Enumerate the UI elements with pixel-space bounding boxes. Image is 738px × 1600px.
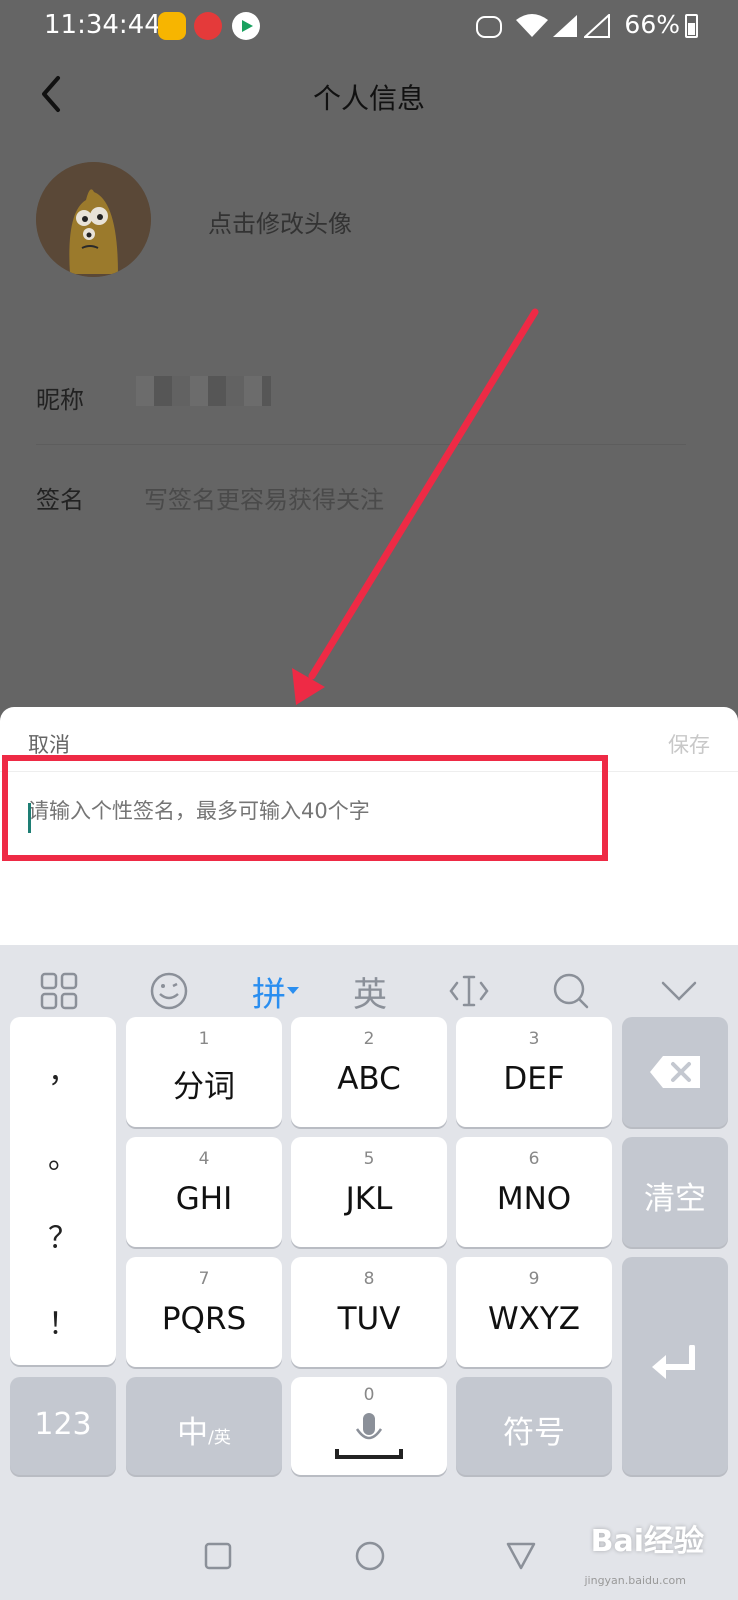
highlight-box [2,755,608,861]
collapse-keyboard-icon[interactable] [656,963,702,1019]
recents-icon[interactable] [204,1542,232,1570]
key-label: MNO [496,1181,572,1217]
key-number: 2 [363,1029,375,1049]
pinyin-label: 拼 [252,974,286,1015]
key-label: GHI [175,1181,233,1217]
grid-menu-icon[interactable] [36,963,82,1019]
chevron-down-icon [287,987,299,994]
key-1-fenci[interactable]: 1 分词 [126,1017,282,1127]
pinyin-mode-tab[interactable]: 拼 [244,963,308,1019]
english-mode-tab[interactable]: 英 [346,963,394,1019]
microphone-icon [335,1413,403,1459]
punct-period-key[interactable]: 。 [10,1133,116,1177]
numbers-key[interactable]: 123 [10,1377,116,1475]
numbers-label: 123 [34,1407,92,1442]
cursor-move-icon[interactable] [446,963,492,1019]
punct-comma-key[interactable]: ， [10,1047,116,1091]
key-label: JKL [345,1181,393,1217]
baidu-watermark-url: jingyan.baidu.com [584,1574,686,1587]
key-number: 5 [363,1149,375,1169]
key-label: 分词 [173,1069,235,1105]
key-5-jkl[interactable]: 5 JKL [291,1137,447,1247]
key-4-ghi[interactable]: 4 GHI [126,1137,282,1247]
back-nav-icon[interactable] [506,1542,536,1570]
symbols-label: 符号 [503,1415,565,1451]
key-number: 3 [528,1029,540,1049]
punctuation-column[interactable]: ， 。 ？ ！ [10,1017,116,1365]
key-number: 7 [198,1269,210,1289]
key-7-pqrs[interactable]: 7 PQRS [126,1257,282,1367]
key-label: PQRS [161,1301,247,1337]
space-voice-key[interactable]: 0 [291,1377,447,1475]
key-label: TUV [337,1301,401,1337]
backspace-icon [650,1056,700,1088]
baidu-watermark: Bai经验 [590,1524,704,1559]
key-label: DEF [503,1061,565,1097]
keyboard: 拼 英 ， 。 ？ ！ 1 分词 2 ABC 3 DEF 4 GHI 5 JKL… [0,945,738,1600]
key-number: 8 [363,1269,375,1289]
key-label: WXYZ [487,1301,581,1337]
symbols-key[interactable]: 符号 [456,1377,612,1475]
key-number: 0 [363,1385,375,1405]
key-9-wxyz[interactable]: 9 WXYZ [456,1257,612,1367]
lang-main-label: 中 [177,1415,209,1451]
punct-exclaim-key[interactable]: ！ [10,1299,116,1343]
lang-switch-key[interactable]: 中/英 [126,1377,282,1475]
key-6-mno[interactable]: 6 MNO [456,1137,612,1247]
enter-icon [652,1345,695,1379]
english-label: 英 [353,974,387,1015]
key-number: 1 [198,1029,210,1049]
home-icon[interactable] [354,1540,386,1572]
key-label: ABC [337,1061,401,1097]
punct-question-key[interactable]: ？ [10,1213,116,1257]
emoji-icon[interactable] [144,963,194,1019]
lang-sub-label: /英 [208,1428,231,1448]
enter-key[interactable] [622,1257,728,1475]
key-3-def[interactable]: 3 DEF [456,1017,612,1127]
key-8-tuv[interactable]: 8 TUV [291,1257,447,1367]
clear-key[interactable]: 清空 [622,1137,728,1247]
key-number: 6 [528,1149,540,1169]
key-number: 4 [198,1149,210,1169]
search-icon[interactable] [548,963,594,1019]
clear-label: 清空 [644,1181,706,1217]
key-number: 9 [528,1269,540,1289]
save-button[interactable]: 保存 [668,729,710,759]
backspace-key[interactable] [622,1017,728,1127]
annotation-arrow [292,308,539,705]
key-2-abc[interactable]: 2 ABC [291,1017,447,1127]
